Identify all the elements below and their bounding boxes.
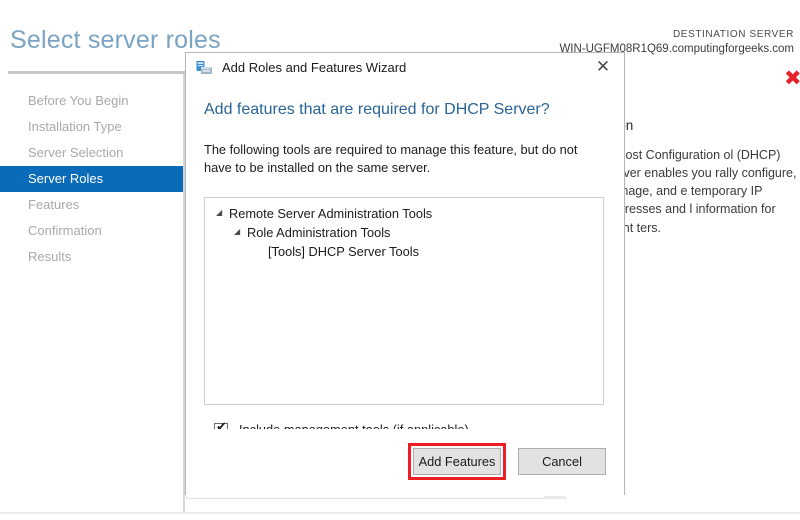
- sidebar-item-features[interactable]: Features: [0, 192, 183, 218]
- description-body-text: ic Host Configuration ol (DHCP) Server e…: [604, 148, 797, 235]
- tree-item-role-administration-tools[interactable]: ◢ Role Administration Tools: [205, 223, 603, 242]
- dialog-button-row: Add Features Cancel: [408, 443, 606, 480]
- sidebar-item-results[interactable]: Results: [0, 244, 183, 270]
- dialog-heading: Add features that are required for DHCP …: [204, 101, 550, 118]
- wizard-icon: [196, 60, 213, 75]
- bottom-divider: [0, 512, 800, 514]
- dialog-footer: Add Features Cancel: [186, 429, 624, 496]
- close-icon[interactable]: ✕: [588, 55, 618, 79]
- sidebar-item-before-you-begin[interactable]: Before You Begin: [0, 88, 183, 114]
- add-features-highlight-box: Add Features: [408, 443, 506, 480]
- expand-arrow-icon[interactable]: ◢: [234, 227, 247, 236]
- expand-arrow-icon[interactable]: ◢: [216, 208, 229, 217]
- page-title: Select server roles: [10, 26, 221, 54]
- dialog-title: Add Roles and Features Wizard: [222, 59, 407, 75]
- sidebar-item-confirmation[interactable]: Confirmation: [0, 218, 183, 244]
- description-heading: ption: [604, 118, 800, 133]
- required-tools-tree[interactable]: ◢ Remote Server Administration Tools ◢ R…: [204, 197, 604, 406]
- destination-server-label: DESTINATION SERVER: [672, 29, 794, 40]
- tree-item-dhcp-server-tools[interactable]: [Tools] DHCP Server Tools: [205, 242, 603, 261]
- dialog-body: Add features that are required for DHCP …: [186, 101, 624, 437]
- tree-item-label: [Tools] DHCP Server Tools: [268, 244, 420, 260]
- cancel-button[interactable]: Cancel: [518, 448, 606, 475]
- tree-item-label: Role Administration Tools: [247, 225, 391, 241]
- sidebar-item-installation-type[interactable]: Installation Type: [0, 114, 183, 140]
- tree-item-label: Remote Server Administration Tools: [229, 206, 433, 222]
- description-panel: ption ic Host Configuration ol (DHCP) Se…: [604, 118, 800, 237]
- dialog-titlebar: Add Roles and Features Wizard ✕: [186, 53, 624, 81]
- dialog-message: The following tools are required to mana…: [204, 142, 578, 176]
- red-x-annotation-icon: ✖: [784, 66, 800, 90]
- add-roles-and-features-dialog: Add Roles and Features Wizard ✕ Add feat…: [185, 52, 625, 496]
- wizard-nav-list: Before You Begin Installation Type Serve…: [0, 88, 183, 270]
- sidebar-item-server-selection[interactable]: Server Selection: [0, 140, 183, 166]
- tree-item-remote-server-administration-tools[interactable]: ◢ Remote Server Administration Tools: [205, 204, 603, 223]
- add-features-button[interactable]: Add Features: [413, 448, 501, 475]
- sidebar-item-server-roles[interactable]: Server Roles: [0, 166, 183, 192]
